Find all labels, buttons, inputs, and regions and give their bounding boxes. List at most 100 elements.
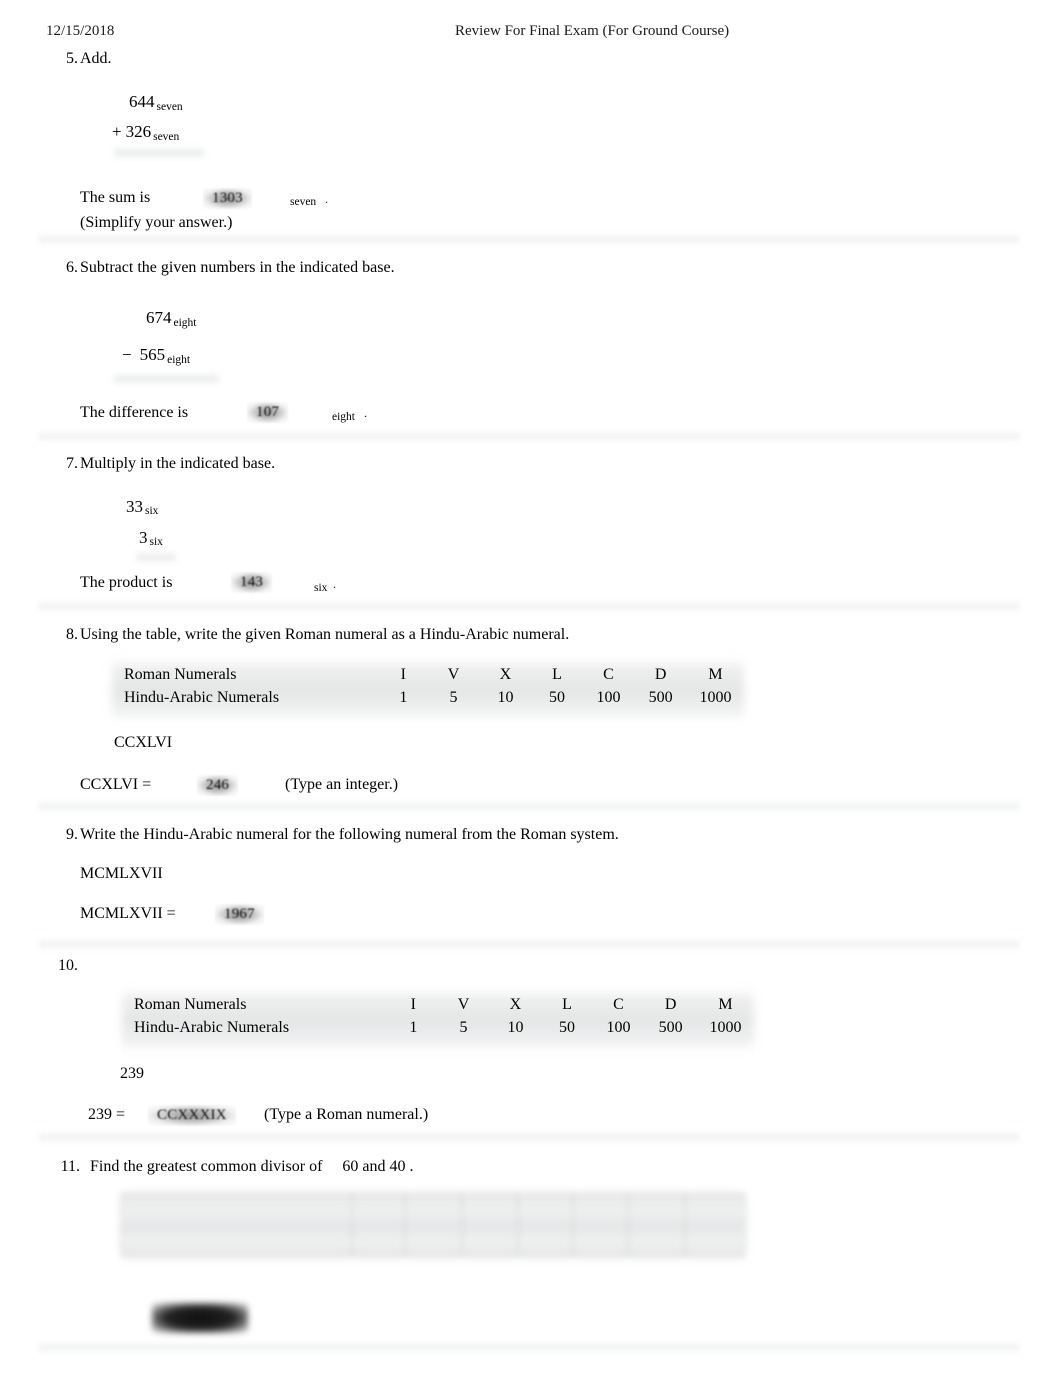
arabic-cell: 50 bbox=[559, 1019, 576, 1036]
roman-cell: X bbox=[499, 666, 512, 683]
roman-cell: X bbox=[509, 996, 522, 1013]
problem-11-stem-text: Find the greatest common divisor of bbox=[90, 1158, 323, 1175]
arabic-row-label: Hindu-Arabic Numerals bbox=[124, 689, 280, 706]
blank-cell bbox=[518, 1194, 575, 1256]
problem-11-stem: Find the greatest common divisor of 60 a… bbox=[90, 1158, 414, 1176]
separator-5 bbox=[38, 938, 1020, 951]
roman-cell: M bbox=[708, 666, 723, 683]
table-row: Roman Numerals I V X L C D M bbox=[112, 664, 744, 687]
problem-11-conjunction: and bbox=[362, 1158, 386, 1175]
problem-7-answer[interactable]: 143 bbox=[231, 572, 273, 593]
problem-9-equation-label: MCMLXVII = bbox=[80, 905, 176, 922]
problem-5-note: (Simplify your answer.) bbox=[80, 214, 233, 231]
roman-cell: I bbox=[410, 996, 416, 1013]
problem-6-answer-base: eight bbox=[332, 411, 355, 423]
problem-7-number: 7. bbox=[66, 455, 78, 472]
problem-11-value-b: 40 bbox=[389, 1158, 406, 1175]
problem-5-rule bbox=[114, 147, 204, 159]
arabic-cell: 1000 bbox=[709, 1019, 742, 1036]
roman-cell: V bbox=[447, 666, 460, 683]
blank-cell bbox=[574, 1194, 630, 1256]
arabic-cell: 1 bbox=[409, 1019, 418, 1036]
separator-1 bbox=[38, 233, 1020, 246]
roman-cell: D bbox=[654, 666, 667, 683]
table-row: Roman Numerals I V X L C D M bbox=[122, 994, 754, 1017]
roman-table-2: Roman Numerals I V X L C D M Hindu-Arabi… bbox=[122, 994, 754, 1040]
problem-5-result-label: The sum is bbox=[80, 189, 151, 206]
arabic-cell: 50 bbox=[549, 689, 566, 706]
problem-8-answer[interactable]: 246 bbox=[197, 775, 239, 796]
problem-6-operand-2: − 565 eight bbox=[122, 345, 191, 366]
problem-10-given: 239 bbox=[120, 1065, 144, 1082]
arabic-row-label: Hindu-Arabic Numerals bbox=[134, 1019, 290, 1036]
header-title: Review For Final Exam (For Ground Course… bbox=[455, 23, 730, 39]
roman-cell: D bbox=[664, 996, 677, 1013]
problem-8-given: CCXLVI bbox=[114, 734, 173, 751]
table-row: Hindu-Arabic Numerals 1 5 10 50 100 500 … bbox=[112, 687, 744, 710]
roman-cell: I bbox=[400, 666, 406, 683]
problem-8-number: 8. bbox=[66, 626, 78, 643]
problem-7-operand-1: 33 six bbox=[126, 497, 159, 517]
problem-5-terminator: . bbox=[325, 192, 328, 206]
problem-6-result-label: The difference is bbox=[80, 404, 189, 421]
blank-cell bbox=[352, 1194, 407, 1256]
problem-5-answer-base: seven bbox=[290, 196, 317, 208]
problem-6-operand-1: 674 eight bbox=[146, 308, 197, 329]
problem-6-answer[interactable]: 107 bbox=[247, 402, 289, 423]
problem-5-number: 5. bbox=[66, 50, 78, 67]
problem-10-note: (Type a Roman numeral.) bbox=[264, 1106, 429, 1123]
arabic-cell: 500 bbox=[658, 1019, 683, 1036]
problem-8-note: (Type an integer.) bbox=[285, 776, 399, 793]
problem-8-equation-label: CCXLVI = bbox=[80, 776, 152, 793]
roman-cell: C bbox=[613, 996, 624, 1013]
table-row: Hindu-Arabic Numerals 1 5 10 50 100 500 … bbox=[122, 1017, 754, 1040]
problem-11-value-a: 60 bbox=[342, 1158, 359, 1175]
arabic-cell: 10 bbox=[497, 689, 514, 706]
problem-11-period: . bbox=[409, 1158, 414, 1175]
problem-7-stem: Multiply in the indicated base. bbox=[80, 455, 276, 472]
blank-cell bbox=[629, 1194, 686, 1256]
problem-6-terminator: . bbox=[364, 406, 367, 420]
separator-4 bbox=[38, 800, 1020, 813]
separator-2 bbox=[38, 430, 1020, 443]
problem-7-terminator: . bbox=[333, 577, 336, 591]
problem-6-rule bbox=[114, 373, 219, 385]
blank-cell bbox=[122, 1194, 353, 1256]
problem-5-operand-1: 644 seven bbox=[129, 92, 183, 113]
problem-5-answer[interactable]: 1303 bbox=[203, 188, 252, 209]
problem-5-stem: Add. bbox=[80, 50, 112, 67]
problem-7-rule bbox=[136, 552, 176, 563]
roman-table-1: Roman Numerals I V X L C D M Hindu-Arabi… bbox=[112, 664, 744, 710]
problem-7-answer-base: six bbox=[314, 582, 328, 594]
arabic-cell: 100 bbox=[596, 689, 621, 706]
problem-10-answer[interactable]: CCXXXIX bbox=[148, 1105, 236, 1126]
problem-9-given: MCMLXVII bbox=[80, 865, 163, 882]
problem-9-stem: Write the Hindu-Arabic numeral for the f… bbox=[80, 826, 619, 843]
problem-7-operand-2: 3 six bbox=[139, 528, 163, 548]
arabic-cell: 500 bbox=[648, 689, 673, 706]
arabic-cell: 100 bbox=[606, 1019, 631, 1036]
arabic-cell: 1 bbox=[399, 689, 408, 706]
roman-row-label: Roman Numerals bbox=[134, 996, 247, 1013]
arabic-cell: 10 bbox=[507, 1019, 524, 1036]
problem-6-number: 6. bbox=[66, 259, 78, 276]
header-date: 12/15/2018 bbox=[46, 23, 115, 39]
roman-row-label: Roman Numerals bbox=[124, 666, 237, 683]
arabic-cell: 5 bbox=[459, 1019, 468, 1036]
problem-9-answer[interactable]: 1967 bbox=[215, 904, 264, 925]
problem-5-operand-2: + 326 seven bbox=[112, 122, 180, 143]
separator-3 bbox=[38, 600, 1020, 613]
blank-cell bbox=[462, 1194, 519, 1256]
roman-cell: M bbox=[718, 996, 733, 1013]
blank-cell bbox=[685, 1194, 744, 1256]
problem-11-blank-table bbox=[120, 1192, 746, 1258]
problem-10-number: 10. bbox=[58, 957, 78, 974]
separator-7 bbox=[38, 1341, 1020, 1354]
problem-8-stem: Using the table, write the given Roman n… bbox=[80, 626, 570, 643]
arabic-cell: 1000 bbox=[699, 689, 732, 706]
roman-cell: L bbox=[562, 996, 572, 1013]
roman-cell: C bbox=[603, 666, 614, 683]
problem-11-answer[interactable] bbox=[152, 1303, 248, 1333]
blank-cell bbox=[406, 1194, 463, 1256]
separator-6 bbox=[38, 1131, 1020, 1144]
